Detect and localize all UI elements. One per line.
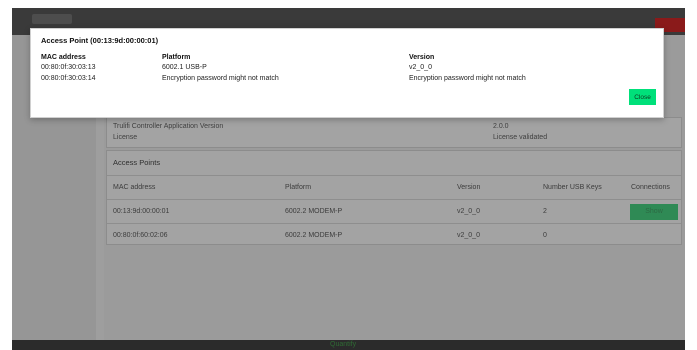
column-header-connections: Connections — [631, 184, 670, 191]
row-version: v2_0_0 — [457, 232, 480, 239]
license-label: License — [113, 134, 138, 141]
row-mac: 00:13:9d:00:00:01 — [113, 208, 170, 215]
app-footer: Quantify — [12, 340, 685, 350]
dialog-row-platform: Encryption password might not match — [162, 75, 279, 82]
license-value: License validated — [493, 134, 548, 141]
dialog-row-version: Encryption password might not match — [409, 75, 526, 82]
dialog-title: Access Point (00:13:9d:00:00:01) — [41, 36, 159, 45]
table-row: 00:80:0f:60:02:06 6002.2 MODEM-P v2_0_0 … — [107, 223, 681, 247]
dialog-column-header-platform: Platform — [162, 54, 191, 61]
access-points-card: Access Points MAC address Platform Versi… — [106, 150, 682, 245]
dialog-row-version: v2_0_0 — [409, 64, 432, 71]
close-button[interactable]: Close — [629, 89, 656, 105]
access-points-title: Access Points — [113, 158, 161, 167]
row-platform: 6002.2 MODEM-P — [285, 232, 343, 239]
row-version: v2_0_0 — [457, 208, 480, 215]
controller-version-label: Trulifi Controller Application Version — [113, 123, 224, 130]
controller-version-value: 2.0.0 — [493, 123, 509, 130]
column-header-version: Version — [457, 184, 481, 191]
row-usb-keys: 0 — [543, 232, 547, 239]
dialog-row-mac: 00:80:0f:30:03:13 — [41, 64, 96, 71]
row-usb-keys: 2 — [543, 208, 547, 215]
dialog-column-header-version: Version — [409, 54, 435, 61]
app-logo — [32, 14, 72, 24]
row-mac: 00:80:0f:60:02:06 — [113, 232, 168, 239]
dialog-row-platform: 6002.1 USB-P — [162, 64, 207, 71]
dialog-column-header-mac: MAC address — [41, 54, 86, 61]
column-header-usb-keys: Number USB Keys — [543, 184, 602, 191]
dialog-row-mac: 00:80:0f:30:03:14 — [41, 75, 96, 82]
show-connections-button[interactable]: Show — [630, 204, 678, 220]
footer-brand: Quantify — [330, 341, 357, 348]
table-header-row: MAC address Platform Version Number USB … — [107, 175, 681, 199]
column-header-mac: MAC address — [113, 184, 156, 191]
column-header-platform: Platform — [285, 184, 312, 191]
row-platform: 6002.2 MODEM-P — [285, 208, 343, 215]
access-point-dialog: Access Point (00:13:9d:00:00:01) MAC add… — [30, 28, 664, 118]
controller-info-card: Trulifi Controller Application Version 2… — [106, 117, 682, 148]
table-row: 00:13:9d:00:00:01 6002.2 MODEM-P v2_0_0 … — [107, 199, 681, 223]
